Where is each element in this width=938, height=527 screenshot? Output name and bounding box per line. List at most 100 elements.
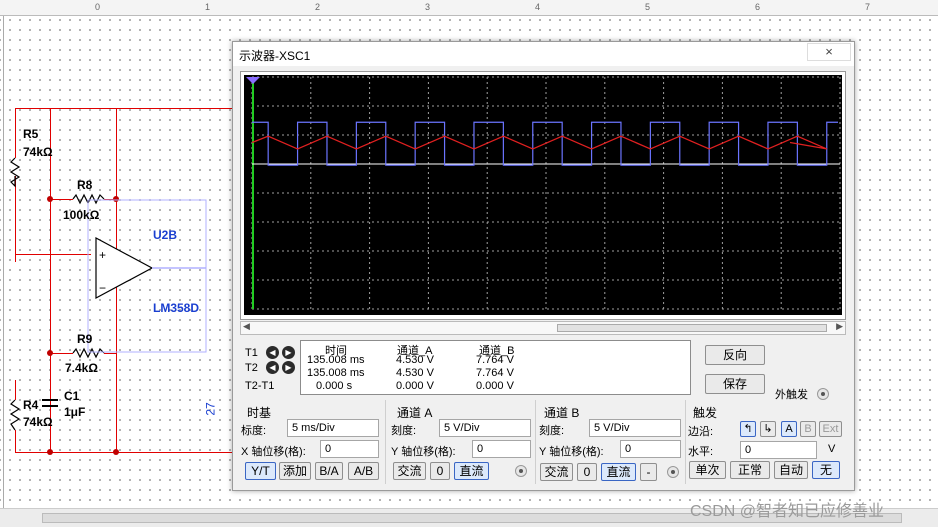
channel-a-trace: [251, 135, 828, 150]
scrollbar-thumb[interactable]: [557, 324, 827, 332]
channel-a-ypos-label: Y 轴位移(格):: [391, 446, 456, 458]
falling-edge-icon[interactable]: ↳: [760, 421, 776, 437]
measurement-table: 时间 通道_A 通道_B 135.008 ms 4.530 V 7.764 V …: [300, 340, 691, 395]
t2-channel-b: 7.764 V: [476, 367, 514, 379]
channel-b-terminal[interactable]: [667, 466, 679, 478]
diff-channel-b: 0.000 V: [476, 380, 514, 392]
top-ruler: 012345678: [0, 0, 938, 16]
channel-a-zero-button[interactable]: 0: [430, 462, 450, 480]
channel-b-scale-label: 刻度:: [539, 425, 565, 437]
title-bar[interactable]: 示波器-XSC1 ×: [233, 42, 854, 66]
trigger-source-a-button[interactable]: A: [781, 421, 797, 437]
divider: [685, 400, 686, 484]
trigger-level-label: 水平:: [688, 446, 714, 458]
mode-add-button[interactable]: 添加: [279, 462, 311, 480]
window-title: 示波器-XSC1: [239, 49, 311, 63]
ruler-mark: 6: [755, 2, 761, 12]
close-icon[interactable]: ×: [807, 43, 851, 61]
component-value: 74kΩ: [23, 145, 53, 159]
diff-channel-a: 0.000 V: [396, 380, 434, 392]
ruler-mark: 3: [425, 2, 431, 12]
trigger-auto-button[interactable]: 自动: [774, 461, 808, 479]
trigger-source-ext-button[interactable]: Ext: [819, 421, 842, 437]
mode-ba-button[interactable]: B/A: [315, 462, 343, 480]
watermark: CSDN @智者知已应修善业: [690, 503, 885, 520]
trigger-heading: 触发: [693, 406, 718, 420]
channel-b-scale-field[interactable]: 5 V/Div: [589, 419, 681, 437]
channel-a-terminal[interactable]: [515, 465, 527, 477]
channel-a-ac-button[interactable]: 交流: [393, 462, 426, 480]
mode-yt-button[interactable]: Y/T: [245, 462, 276, 480]
ruler-mark: 4: [535, 2, 541, 12]
cursor-t1-marker: [246, 77, 260, 84]
cursor-t1-right-icon[interactable]: ▶: [282, 346, 295, 359]
component-ref: R5: [23, 127, 39, 141]
diff-time: 0.000 s: [316, 380, 353, 392]
trigger-none-button[interactable]: 无: [812, 461, 840, 479]
ext-trigger-terminal[interactable]: [817, 388, 829, 400]
channel-b-ac-button[interactable]: 交流: [540, 463, 573, 481]
t1-channel-b: 7.764 V: [476, 354, 514, 366]
component-value: 1μF: [64, 405, 86, 419]
channel-b-ypos-field[interactable]: 0: [620, 440, 681, 458]
trigger-edge-label: 边沿:: [688, 426, 714, 438]
scroll-left-icon[interactable]: ◀: [243, 321, 250, 332]
ruler-mark: 5: [645, 2, 651, 12]
reverse-button[interactable]: 反向: [705, 345, 765, 365]
channel-a-scale-label: 刻度:: [391, 425, 417, 437]
oscilloscope-window[interactable]: 示波器-XSC1 × ◀ ▶ T1 ◀ ▶ T2 ◀ ▶ T2-T1 时间 通道…: [232, 41, 855, 491]
ruler-mark: 0: [95, 2, 101, 12]
cursor-t2-label: T2: [245, 362, 258, 374]
ruler-mark: 2: [315, 2, 321, 12]
component-ref: C1: [64, 389, 80, 403]
scope-display-frame: [240, 71, 846, 320]
component-ref: R8: [77, 178, 93, 192]
cursor-t2-left-icon[interactable]: ◀: [266, 361, 279, 374]
opamp-ref: U2B: [153, 228, 178, 242]
waveform-plot: [246, 76, 841, 310]
ruler-mark: 1: [205, 2, 211, 12]
save-button[interactable]: 保存: [705, 374, 765, 394]
divider: [535, 400, 536, 484]
timebase-scale-field[interactable]: 5 ms/Div: [287, 419, 379, 437]
divider: [385, 400, 386, 484]
opamp-model: LM358D: [153, 301, 200, 315]
rising-edge-icon[interactable]: ↰: [740, 421, 756, 437]
scroll-right-icon[interactable]: ▶: [836, 321, 843, 332]
channel-a-scale-field[interactable]: 5 V/Div: [439, 419, 531, 437]
channel-a-dc-button[interactable]: 直流: [454, 462, 489, 480]
channel-b-zero-button[interactable]: 0: [577, 463, 597, 481]
ruler-mark: 7: [865, 2, 871, 12]
trigger-source-b-button[interactable]: B: [800, 421, 816, 437]
trigger-normal-button[interactable]: 正常: [730, 461, 770, 479]
timebase-scale-label: 标度:: [241, 425, 267, 437]
ext-trigger-label: 外触发: [775, 389, 808, 401]
t1-time: 135.008 ms: [307, 354, 365, 366]
scope-screen[interactable]: [244, 75, 842, 315]
channel-a-ypos-field[interactable]: 0: [472, 440, 531, 458]
net-label: 27: [203, 402, 218, 416]
component-ref: R9: [77, 332, 93, 346]
cursor-t1-left-icon[interactable]: ◀: [266, 346, 279, 359]
component-ref: R4: [23, 398, 39, 412]
trigger-level-unit: V: [828, 443, 836, 455]
channel-b-invert-button[interactable]: -: [640, 463, 657, 481]
t1-channel-a: 4.530 V: [396, 354, 434, 366]
cursor-t2-right-icon[interactable]: ▶: [282, 361, 295, 374]
component-value: 74kΩ: [23, 415, 53, 429]
cursor-diff-label: T2-T1: [245, 380, 275, 392]
trigger-level-field[interactable]: 0: [740, 441, 817, 459]
time-scrollbar[interactable]: ◀ ▶: [240, 321, 846, 335]
cursor-t1-label: T1: [245, 347, 258, 359]
trigger-single-button[interactable]: 单次: [689, 461, 726, 479]
t2-time: 135.008 ms: [307, 367, 365, 379]
x-position-field[interactable]: 0: [320, 440, 379, 458]
opamp-plus: +: [99, 248, 107, 262]
t2-channel-a: 4.530 V: [396, 367, 434, 379]
channel-a-heading: 通道 A: [397, 406, 433, 420]
mode-ab-button[interactable]: A/B: [348, 462, 379, 480]
timebase-heading: 时基: [247, 406, 272, 420]
component-value: 7.4kΩ: [65, 361, 98, 375]
channel-b-dc-button[interactable]: 直流: [601, 463, 636, 481]
channel-b-ypos-label: Y 轴位移(格):: [539, 446, 604, 458]
